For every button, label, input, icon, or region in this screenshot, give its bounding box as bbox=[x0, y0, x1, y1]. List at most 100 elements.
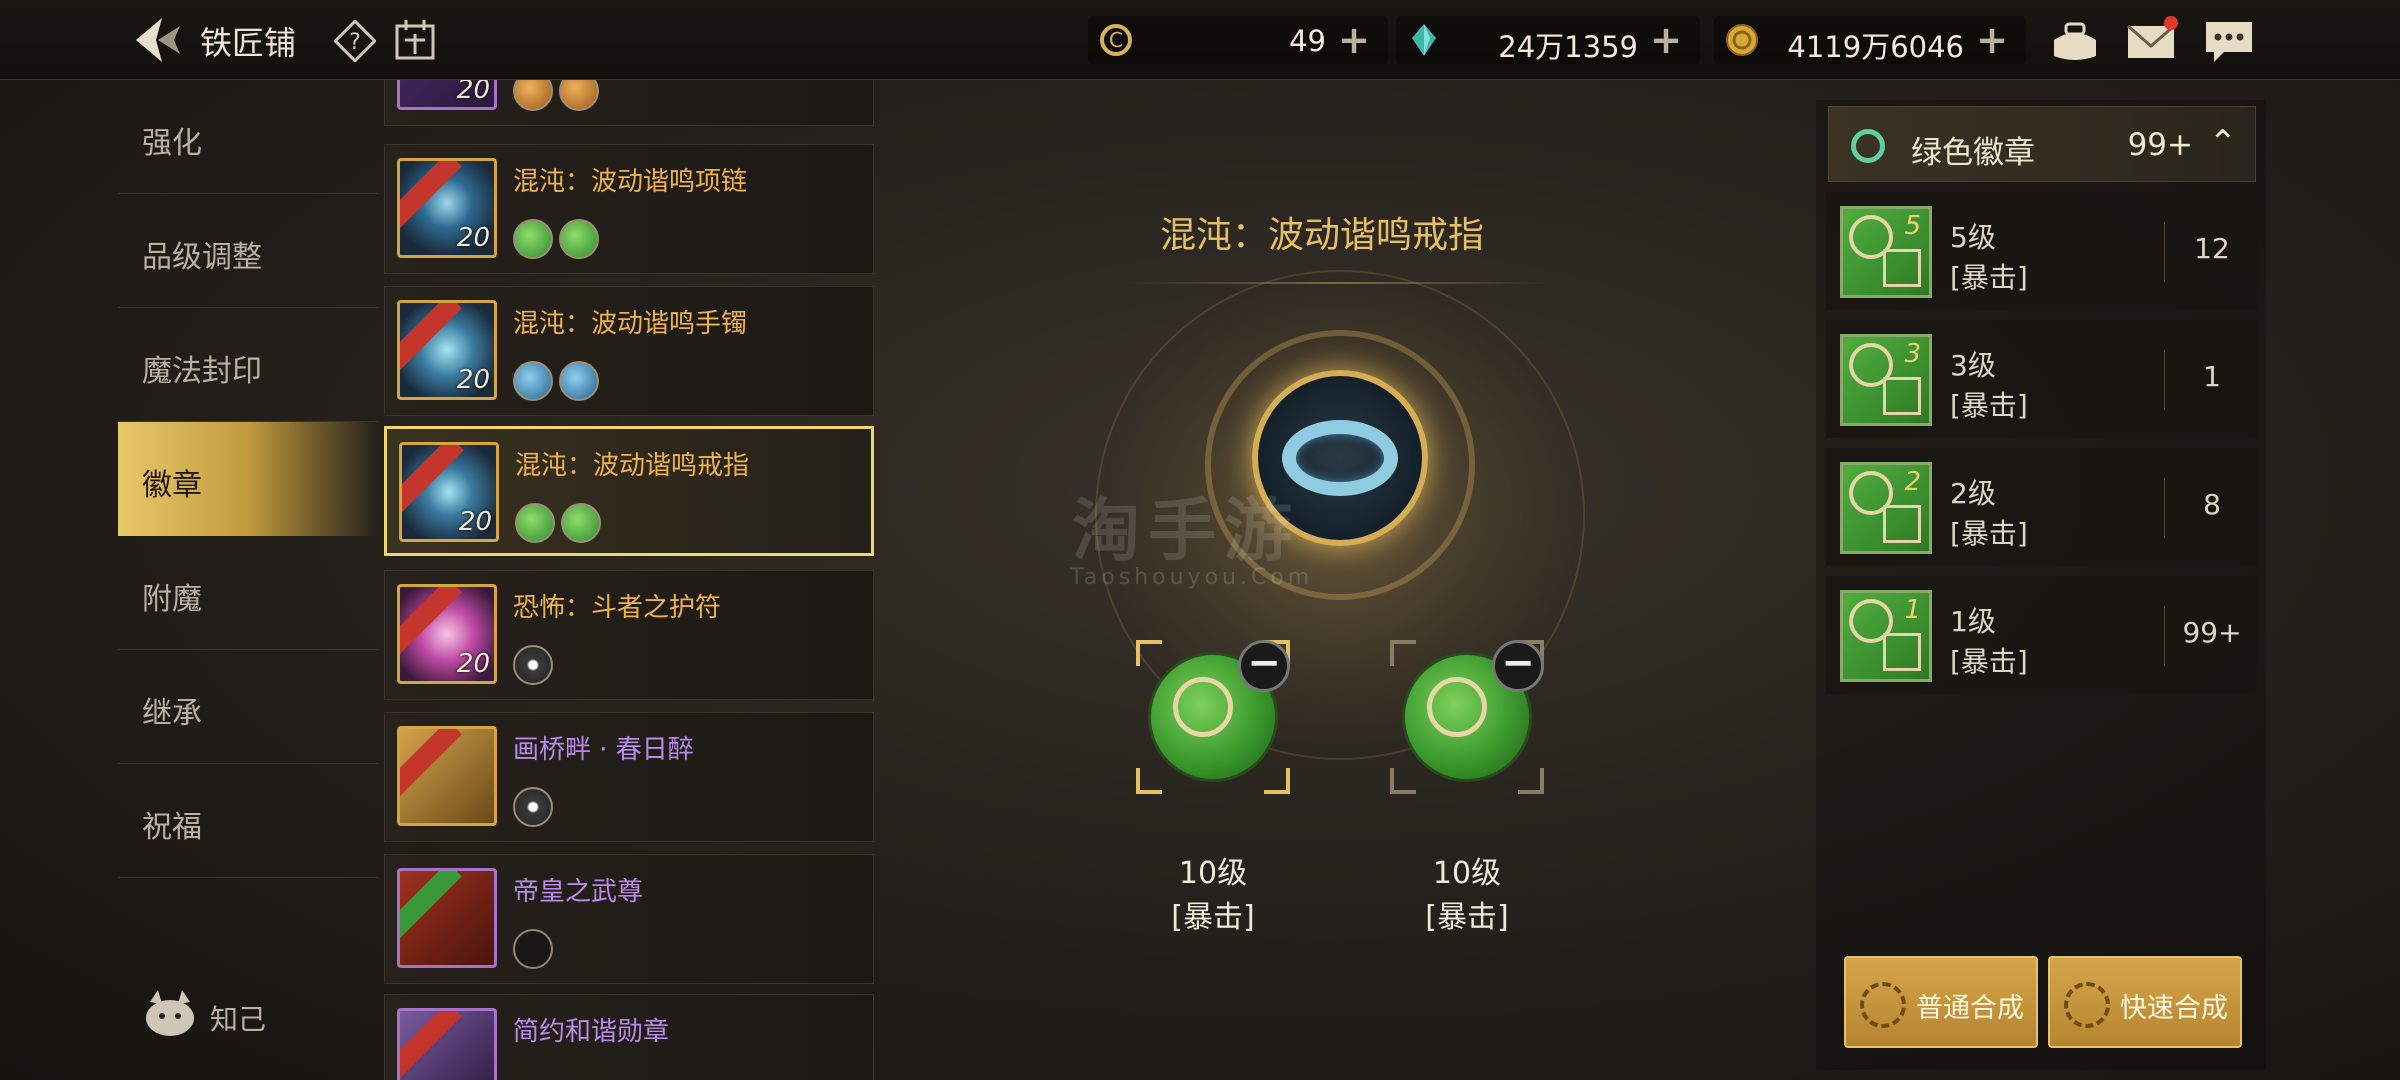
boar-icon bbox=[146, 990, 194, 1036]
item-thumbnail bbox=[397, 1008, 497, 1080]
emblem-slot[interactable] bbox=[561, 503, 601, 543]
add-currency-button[interactable]: + bbox=[1650, 18, 1682, 62]
emblem-icon: 5 bbox=[1840, 206, 1932, 298]
socket-corner bbox=[1136, 640, 1162, 666]
emblem-quantity: 1 bbox=[2203, 360, 2221, 393]
mail-icon[interactable] bbox=[2124, 16, 2178, 66]
list-item[interactable]: 20 混沌：波动谐鸣手镯 bbox=[384, 286, 874, 416]
socket-corner bbox=[1390, 640, 1416, 666]
emblem-slot[interactable] bbox=[515, 503, 555, 543]
emblem-slot[interactable] bbox=[513, 929, 553, 969]
equipment-list[interactable]: 20 20 混沌：波动谐鸣项链 20 混沌：波动谐鸣手镯 20 混沌：波动谐鸣戒… bbox=[380, 80, 878, 1080]
button-label: 普通合成 bbox=[1916, 993, 2024, 1024]
emblem-slot[interactable] bbox=[559, 219, 599, 259]
crosshair-icon bbox=[1883, 249, 1921, 287]
nav-item-label: 品级调整 bbox=[142, 240, 262, 275]
item-name: 帝皇之武尊 bbox=[513, 877, 644, 907]
nav-item-enhance[interactable]: 强化 bbox=[118, 80, 378, 194]
crosshair-icon bbox=[1173, 677, 1233, 737]
emblem-category-dropdown[interactable]: 绿色徽章 99+ ⌃ bbox=[1828, 106, 2256, 182]
emblem-slot[interactable] bbox=[559, 361, 599, 401]
emblem-list-item[interactable]: 3 3级 [暴击] 1 bbox=[1826, 320, 2258, 438]
item-level: 20 bbox=[458, 507, 492, 537]
chevron-up-icon[interactable]: ⌃ bbox=[2209, 123, 2238, 163]
emblem-list-item[interactable]: 1 1级 [暴击] 99+ bbox=[1826, 576, 2258, 694]
emblem-slot[interactable] bbox=[559, 80, 599, 111]
emblem-slots bbox=[513, 80, 605, 115]
item-name: 混沌：波动谐鸣戒指 bbox=[515, 451, 750, 481]
item-name: 画桥畔 · 春日醉 bbox=[513, 735, 694, 765]
emblem-tier: 2 bbox=[1904, 467, 1921, 497]
help-icon[interactable]: ? bbox=[333, 19, 377, 63]
emblem-slot[interactable] bbox=[513, 80, 553, 111]
crosshair-icon bbox=[1883, 633, 1921, 671]
watermark: 淘手游 bbox=[1072, 492, 1301, 571]
emblem-slots bbox=[513, 361, 605, 405]
socket-corner bbox=[1390, 768, 1416, 794]
remove-emblem-button[interactable]: − bbox=[1492, 640, 1544, 692]
item-level: 20 bbox=[456, 649, 490, 679]
nav-item-emblem[interactable]: 徽章 bbox=[118, 422, 378, 536]
emblem-tier: 1 bbox=[1904, 595, 1921, 625]
list-item[interactable]: 画桥畔 · 春日醉 bbox=[384, 712, 874, 842]
gold-coin-icon bbox=[1724, 22, 1760, 58]
emblem-socket-1[interactable]: − bbox=[1136, 640, 1290, 794]
item-level: 20 bbox=[456, 80, 490, 105]
page-title: 铁匠铺 bbox=[200, 24, 297, 62]
add-currency-button[interactable]: + bbox=[1338, 18, 1370, 62]
list-item[interactable]: 20 恐怖：斗者之护符 bbox=[384, 570, 874, 700]
emblem-slots bbox=[515, 503, 607, 547]
emblem-quantity: 99+ bbox=[2182, 616, 2242, 649]
currency-value: 24万1359 bbox=[1498, 30, 1638, 64]
emblem-tier: 3 bbox=[1904, 339, 1921, 369]
emblem-level: 3级 bbox=[1950, 349, 1996, 382]
emblem-list-item[interactable]: 2 2级 [暴击] 8 bbox=[1826, 448, 2258, 566]
emblem-level: 2级 bbox=[1950, 477, 1996, 510]
emblem-slot[interactable] bbox=[513, 645, 553, 685]
emblem-slots bbox=[513, 219, 605, 263]
chat-icon[interactable] bbox=[2202, 16, 2256, 66]
emblem-slot[interactable] bbox=[513, 787, 553, 827]
emblem-slot[interactable] bbox=[513, 219, 553, 259]
socket-corner bbox=[1518, 768, 1544, 794]
shop-bag-icon[interactable] bbox=[2048, 16, 2102, 66]
quick-combine-button[interactable]: 快速合成 bbox=[2048, 956, 2242, 1048]
nav-item-inherit[interactable]: 继承 bbox=[118, 650, 378, 764]
socket-corner bbox=[1136, 768, 1162, 794]
nav-item-enchant[interactable]: 附魔 bbox=[118, 536, 378, 650]
divider bbox=[2164, 222, 2165, 282]
emblem-slot[interactable] bbox=[513, 361, 553, 401]
left-nav: 强化 品级调整 魔法封印 徽章 附魔 继承 祝福 bbox=[118, 80, 378, 878]
item-thumbnail: 20 bbox=[397, 80, 497, 110]
nav-item-magic-seal[interactable]: 魔法封印 bbox=[118, 308, 378, 422]
combine-gear-icon bbox=[1860, 982, 1906, 1028]
divider bbox=[2164, 350, 2165, 410]
back-arrow-icon[interactable] bbox=[130, 14, 184, 66]
normal-combine-button[interactable]: 普通合成 bbox=[1844, 956, 2038, 1048]
nav-item-label: 祝福 bbox=[142, 810, 202, 845]
socket-type: [暴击] bbox=[1425, 900, 1509, 935]
list-item[interactable]: 20 bbox=[384, 80, 874, 126]
list-item[interactable]: 20 混沌：波动谐鸣项链 bbox=[384, 144, 874, 274]
emblem-list-item[interactable]: 5 5级 [暴击] 12 bbox=[1826, 192, 2258, 310]
item-thumbnail: 20 bbox=[399, 442, 499, 542]
nav-item-label: 魔法封印 bbox=[142, 354, 262, 389]
crosshair-icon bbox=[1883, 377, 1921, 415]
nav-item-grade-adjust[interactable]: 品级调整 bbox=[118, 194, 378, 308]
calendar-icon[interactable] bbox=[394, 18, 436, 62]
nav-item-bless[interactable]: 祝福 bbox=[118, 764, 378, 878]
wise-label: 知己 bbox=[210, 1003, 267, 1036]
selected-item-title: 混沌：波动谐鸣戒指 bbox=[1160, 215, 1485, 256]
green-gem-icon bbox=[1851, 129, 1885, 163]
wise-button[interactable]: 知己 bbox=[140, 986, 266, 1046]
remove-emblem-button[interactable]: − bbox=[1238, 640, 1290, 692]
list-item[interactable]: 帝皇之武尊 bbox=[384, 854, 874, 984]
emblem-socket-2[interactable]: − bbox=[1390, 640, 1544, 794]
item-thumbnail: 20 bbox=[397, 300, 497, 400]
skin-tag bbox=[400, 871, 462, 940]
divider bbox=[2164, 478, 2165, 538]
socket-level: 10级 bbox=[1178, 856, 1248, 891]
add-currency-button[interactable]: + bbox=[1976, 18, 2008, 62]
list-item[interactable]: 简约和谐勋章 bbox=[384, 994, 874, 1080]
list-item-selected[interactable]: 20 混沌：波动谐鸣戒指 bbox=[384, 426, 874, 556]
